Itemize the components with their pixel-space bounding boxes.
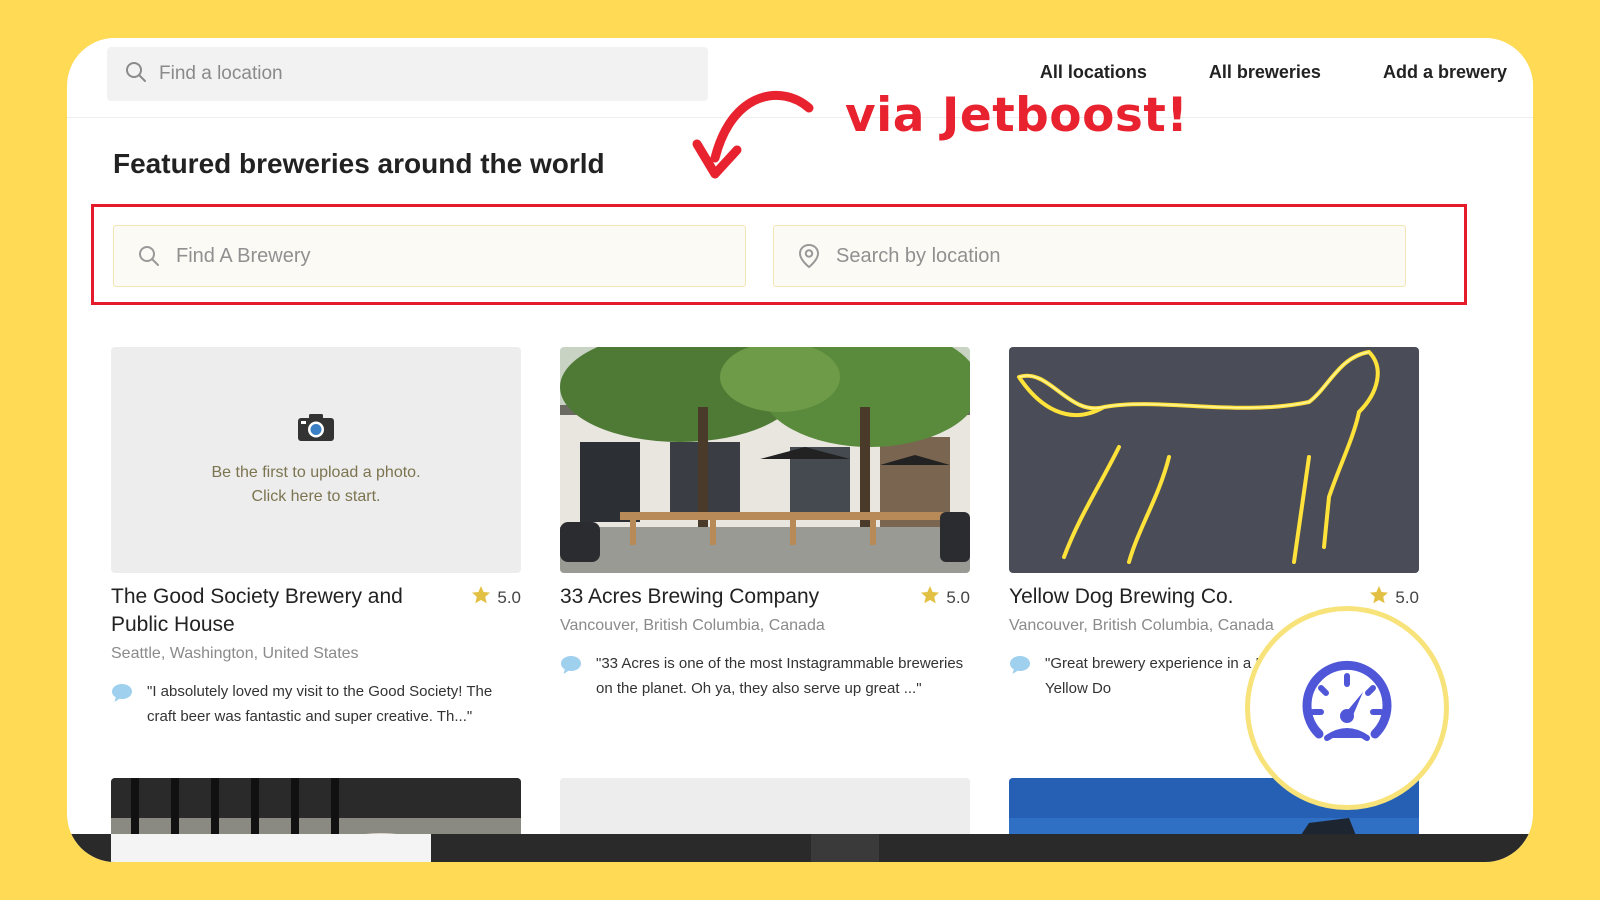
search-icon [125, 61, 147, 88]
upload-photo-text: Be the first to upload a photo. Click he… [211, 463, 421, 505]
rating-value: 5.0 [946, 587, 970, 607]
annotation-text: via Jetboost! [845, 88, 1189, 143]
location-filter-input[interactable] [836, 244, 1352, 268]
nav-all-breweries[interactable]: All breweries [1209, 62, 1321, 83]
brewery-card[interactable]: 33 Acres Brewing Company 5.0 Vancouver, … [560, 347, 970, 701]
brewery-name[interactable]: Yellow Dog Brewing Co. [1009, 583, 1339, 611]
page-title: Featured breweries around the world [113, 148, 605, 179]
review-text: "33 Acres is one of the most Instagramma… [596, 655, 964, 697]
location-search-box[interactable] [107, 47, 708, 101]
main-nav: All locations All breweries Add a brewer… [1040, 62, 1507, 83]
search-icon [138, 245, 160, 267]
bottom-scrollbar [67, 834, 1533, 862]
brewery-search-field[interactable] [113, 225, 746, 287]
nav-add-brewery[interactable]: Add a brewery [1383, 62, 1507, 83]
rating-value: 5.0 [497, 587, 521, 607]
chat-bubble-icon [1009, 655, 1031, 701]
star-icon [1369, 585, 1389, 610]
brewery-photo[interactable] [1009, 347, 1419, 573]
review-snippet: "I absolutely loved my visit to the Good… [111, 679, 521, 729]
speedometer-icon [1299, 658, 1395, 759]
brewery-photo[interactable] [560, 347, 970, 573]
brewery-card[interactable]: Be the first to upload a photo. Click he… [111, 347, 521, 729]
star-icon [471, 585, 491, 610]
speed-badge [1245, 606, 1449, 810]
review-snippet: "33 Acres is one of the most Instagramma… [560, 651, 970, 701]
brewery-location: Vancouver, British Columbia, Canada [560, 617, 825, 634]
rating: 5.0 [1369, 585, 1419, 610]
review-text: "I absolutely loved my visit to the Good… [147, 683, 493, 725]
map-pin-icon [798, 243, 820, 269]
rating-value: 5.0 [1395, 587, 1419, 607]
star-icon [920, 585, 940, 610]
brewery-name[interactable]: 33 Acres Brewing Company [560, 583, 890, 611]
chat-bubble-icon [111, 683, 133, 729]
location-filter-field[interactable] [773, 225, 1406, 287]
rating: 5.0 [471, 585, 521, 610]
brewery-location: Seattle, Washington, United States [111, 645, 359, 662]
upload-photo-placeholder[interactable]: Be the first to upload a photo. Click he… [111, 347, 521, 573]
annotation-arrow-icon [692, 90, 814, 179]
location-search-input[interactable] [159, 63, 659, 85]
nav-all-locations[interactable]: All locations [1040, 62, 1147, 83]
camera-icon [297, 412, 335, 447]
brewery-name[interactable]: The Good Society Brewery and Public Hous… [111, 583, 441, 639]
brewery-search-input[interactable] [176, 244, 692, 268]
rating: 5.0 [920, 585, 970, 610]
chat-bubble-icon [560, 655, 582, 701]
